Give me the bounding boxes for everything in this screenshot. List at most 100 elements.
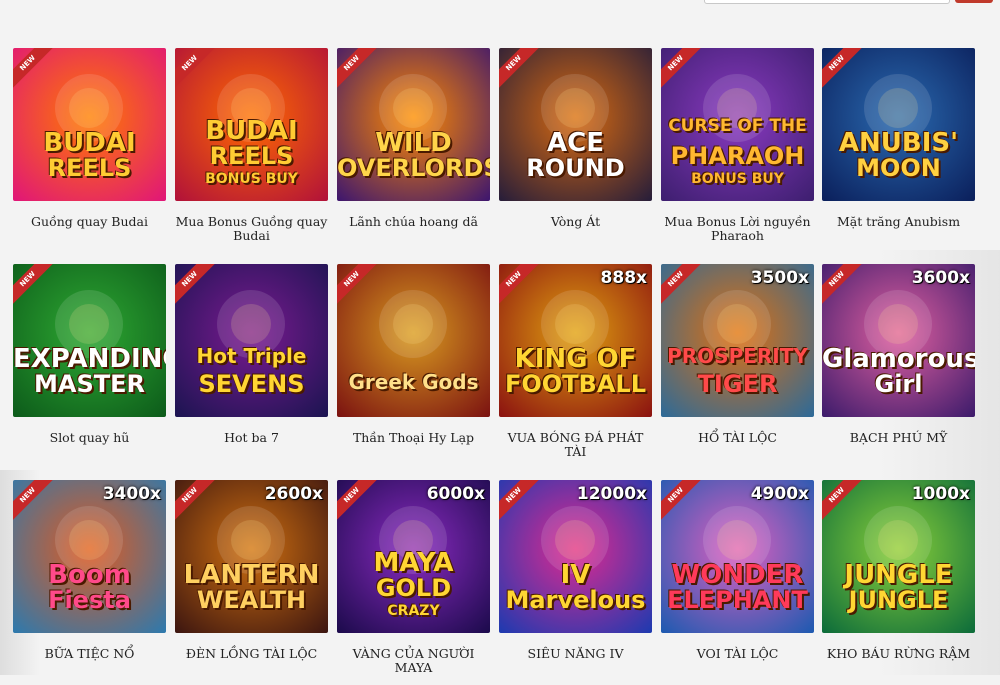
- new-badge: NEW: [661, 480, 709, 528]
- game-art-title: JUNGLE: [848, 586, 949, 614]
- game-title[interactable]: Vòng Át: [495, 215, 656, 229]
- game-title[interactable]: VUA BÓNG ĐÁ PHÁT TÀI: [495, 431, 656, 459]
- game-title[interactable]: Guồng quay Budai: [9, 215, 170, 229]
- search-button[interactable]: [955, 0, 993, 3]
- game-title[interactable]: VOI TÀI LỘC: [657, 647, 818, 661]
- game-title[interactable]: SIÊU NĂNG IV: [495, 647, 656, 661]
- new-badge: NEW: [13, 264, 61, 312]
- game-thumbnail[interactable]: BUDAI REELS NEW: [13, 48, 166, 201]
- new-badge-label: NEW: [499, 480, 544, 525]
- game-art-title: FOOTBALL: [504, 370, 647, 398]
- game-card[interactable]: KING OF FOOTBALL NEW 888x VUA BÓNG ĐÁ PHÁT T…: [499, 264, 652, 469]
- new-badge-label: NEW: [499, 264, 544, 309]
- game-thumbnail[interactable]: IV Marvelous NEW 12000x: [499, 480, 652, 633]
- new-badge-label: NEW: [13, 480, 58, 525]
- game-title[interactable]: BẠCH PHÚ MỸ: [818, 431, 979, 445]
- game-thumbnail[interactable]: EXPANDINGMASTER NEW: [13, 264, 166, 417]
- game-title[interactable]: VÀNG CỦA NGƯỜI MAYA: [333, 647, 494, 675]
- search-input[interactable]: [704, 0, 950, 4]
- game-card[interactable]: LANTERN WEALTH NEW 2600x ĐÈN LỒNG TÀI LỘC: [175, 480, 328, 685]
- new-badge: NEW: [13, 480, 61, 528]
- game-card[interactable]: ANUBIS' MOON NEW Mặt trăng Anubism: [822, 48, 975, 253]
- game-thumbnail[interactable]: Boom Fiesta NEW 3400x: [13, 480, 166, 633]
- game-art-title: JUNGLE: [844, 560, 953, 590]
- game-card[interactable]: ACE ROUND NEW Vòng Át: [499, 48, 652, 253]
- new-badge-label: NEW: [337, 48, 382, 93]
- new-badge-label: NEW: [822, 480, 867, 525]
- game-art-title: Glamorous: [822, 344, 975, 374]
- new-badge-label: NEW: [13, 48, 58, 93]
- game-art-title: SEVENS: [198, 370, 305, 398]
- game-thumbnail[interactable]: WONDER ELEPHANT NEW 4900x: [661, 480, 814, 633]
- game-title[interactable]: Slot quay hũ: [9, 431, 170, 445]
- game-card[interactable]: Greek Gods NEW Thần Thoại Hy Lạp: [337, 264, 490, 469]
- game-card[interactable]: Boom Fiesta NEW 3400x BỮA TIỆC NỔ: [13, 480, 166, 685]
- new-badge: NEW: [822, 48, 870, 96]
- game-card[interactable]: PROSPERITY TIGER NEW 3500x HỔ TÀI LỘC: [661, 264, 814, 469]
- game-title[interactable]: Hot ba 7: [171, 431, 332, 445]
- game-card[interactable]: WONDER ELEPHANT NEW 4900x VOI TÀI LỘC: [661, 480, 814, 685]
- game-art-title: LANTERN: [183, 560, 320, 590]
- game-title[interactable]: Thần Thoại Hy Lạp: [333, 431, 494, 445]
- game-art-title: ROUND: [526, 154, 625, 182]
- game-art-title: REELS: [209, 142, 294, 170]
- game-card[interactable]: IV Marvelous NEW 12000x SIÊU NĂNG IV: [499, 480, 652, 685]
- game-thumbnail[interactable]: CURSE OF THE PHARAOH BONUS BUY NEW: [661, 48, 814, 201]
- game-title[interactable]: HỔ TÀI LỘC: [657, 431, 818, 445]
- game-title[interactable]: KHO BÁU RỪNG RẬM: [818, 647, 979, 661]
- game-art-title: Hot Triple: [196, 344, 307, 368]
- game-card[interactable]: Hot Triple SEVENS NEW Hot ba 7: [175, 264, 328, 469]
- game-thumbnail[interactable]: ACE ROUND NEW: [499, 48, 652, 201]
- new-badge-label: NEW: [661, 264, 706, 309]
- game-title[interactable]: BỮA TIỆC NỔ: [9, 647, 170, 661]
- payout-multiplier: 888x: [600, 268, 647, 288]
- game-art-title: CRAZY: [387, 603, 440, 619]
- game-art-title: CURSE OF THE: [668, 116, 807, 136]
- payout-multiplier: 6000x: [426, 484, 485, 504]
- game-thumbnail[interactable]: Hot Triple SEVENS NEW: [175, 264, 328, 417]
- game-art-title: BONUS BUY: [691, 171, 784, 187]
- new-badge-label: NEW: [13, 264, 58, 309]
- game-thumbnail[interactable]: ANUBIS' MOON NEW: [822, 48, 975, 201]
- game-art-title: Fiesta: [48, 586, 131, 614]
- game-card[interactable]: JUNGLE JUNGLE NEW 1000x KHO BÁU RỪNG RẬM: [822, 480, 975, 685]
- game-title[interactable]: Mua Bonus Lời nguyền Pharaoh: [657, 215, 818, 243]
- new-badge: NEW: [499, 480, 547, 528]
- game-art-title: ANUBIS': [838, 128, 959, 158]
- game-thumbnail[interactable]: JUNGLE JUNGLE NEW 1000x: [822, 480, 975, 633]
- game-art-title: ACE: [547, 128, 604, 158]
- game-art-title: IV: [560, 560, 591, 590]
- game-card[interactable]: EXPANDINGMASTERNEWSlot quay hũ: [13, 264, 166, 469]
- game-title[interactable]: Lãnh chúa hoang dã: [333, 215, 494, 229]
- game-art-title: BONUS BUY: [205, 171, 298, 187]
- game-card[interactable]: MAYA GOLD CRAZY NEW 6000x VÀNG CỦA NGƯỜI MAYA: [337, 480, 490, 685]
- new-badge: NEW: [175, 48, 223, 96]
- new-badge-label: NEW: [661, 48, 706, 93]
- game-card[interactable]: Glamorous Girl NEW 3600x BẠCH PHÚ MỸ: [822, 264, 975, 469]
- game-thumbnail[interactable]: WILD OVERLORDS NEW: [337, 48, 490, 201]
- game-thumbnail[interactable]: PROSPERITY TIGER NEW 3500x: [661, 264, 814, 417]
- payout-multiplier: 3500x: [750, 268, 809, 288]
- new-badge-label: NEW: [822, 264, 867, 309]
- payout-multiplier: 1000x: [911, 484, 970, 504]
- game-title[interactable]: Mặt trăng Anubism: [818, 215, 979, 229]
- game-art-title: MAYA: [373, 548, 454, 578]
- game-thumbnail[interactable]: Greek Gods NEW: [337, 264, 490, 417]
- payout-multiplier: 3400x: [102, 484, 161, 504]
- game-thumbnail[interactable]: MAYA GOLD CRAZY NEW 6000x: [337, 480, 490, 633]
- new-badge: NEW: [175, 480, 223, 528]
- game-card[interactable]: BUDAI REELS BONUS BUY NEW Mua Bonus Guồng qu…: [175, 48, 328, 253]
- game-card[interactable]: WILD OVERLORDS NEW Lãnh chúa hoang dã: [337, 48, 490, 253]
- game-thumbnail[interactable]: BUDAI REELS BONUS BUY NEW: [175, 48, 328, 201]
- game-thumbnail[interactable]: Glamorous Girl NEW 3600x: [822, 264, 975, 417]
- top-bar: [0, 0, 1000, 14]
- game-title[interactable]: Mua Bonus Guồng quay Budai: [171, 215, 332, 243]
- game-card[interactable]: CURSE OF THE PHARAOH BONUS BUY NEW Mua Bonus…: [661, 48, 814, 253]
- game-thumbnail[interactable]: KING OF FOOTBALL NEW 888x: [499, 264, 652, 417]
- new-badge: NEW: [337, 480, 385, 528]
- game-art-title: ELEPHANT: [667, 586, 808, 614]
- game-title[interactable]: ĐÈN LỒNG TÀI LỘC: [171, 647, 332, 661]
- game-card[interactable]: BUDAI REELS NEW Guồng quay Budai: [13, 48, 166, 253]
- game-art-title: WONDER: [671, 560, 804, 590]
- game-thumbnail[interactable]: LANTERN WEALTH NEW 2600x: [175, 480, 328, 633]
